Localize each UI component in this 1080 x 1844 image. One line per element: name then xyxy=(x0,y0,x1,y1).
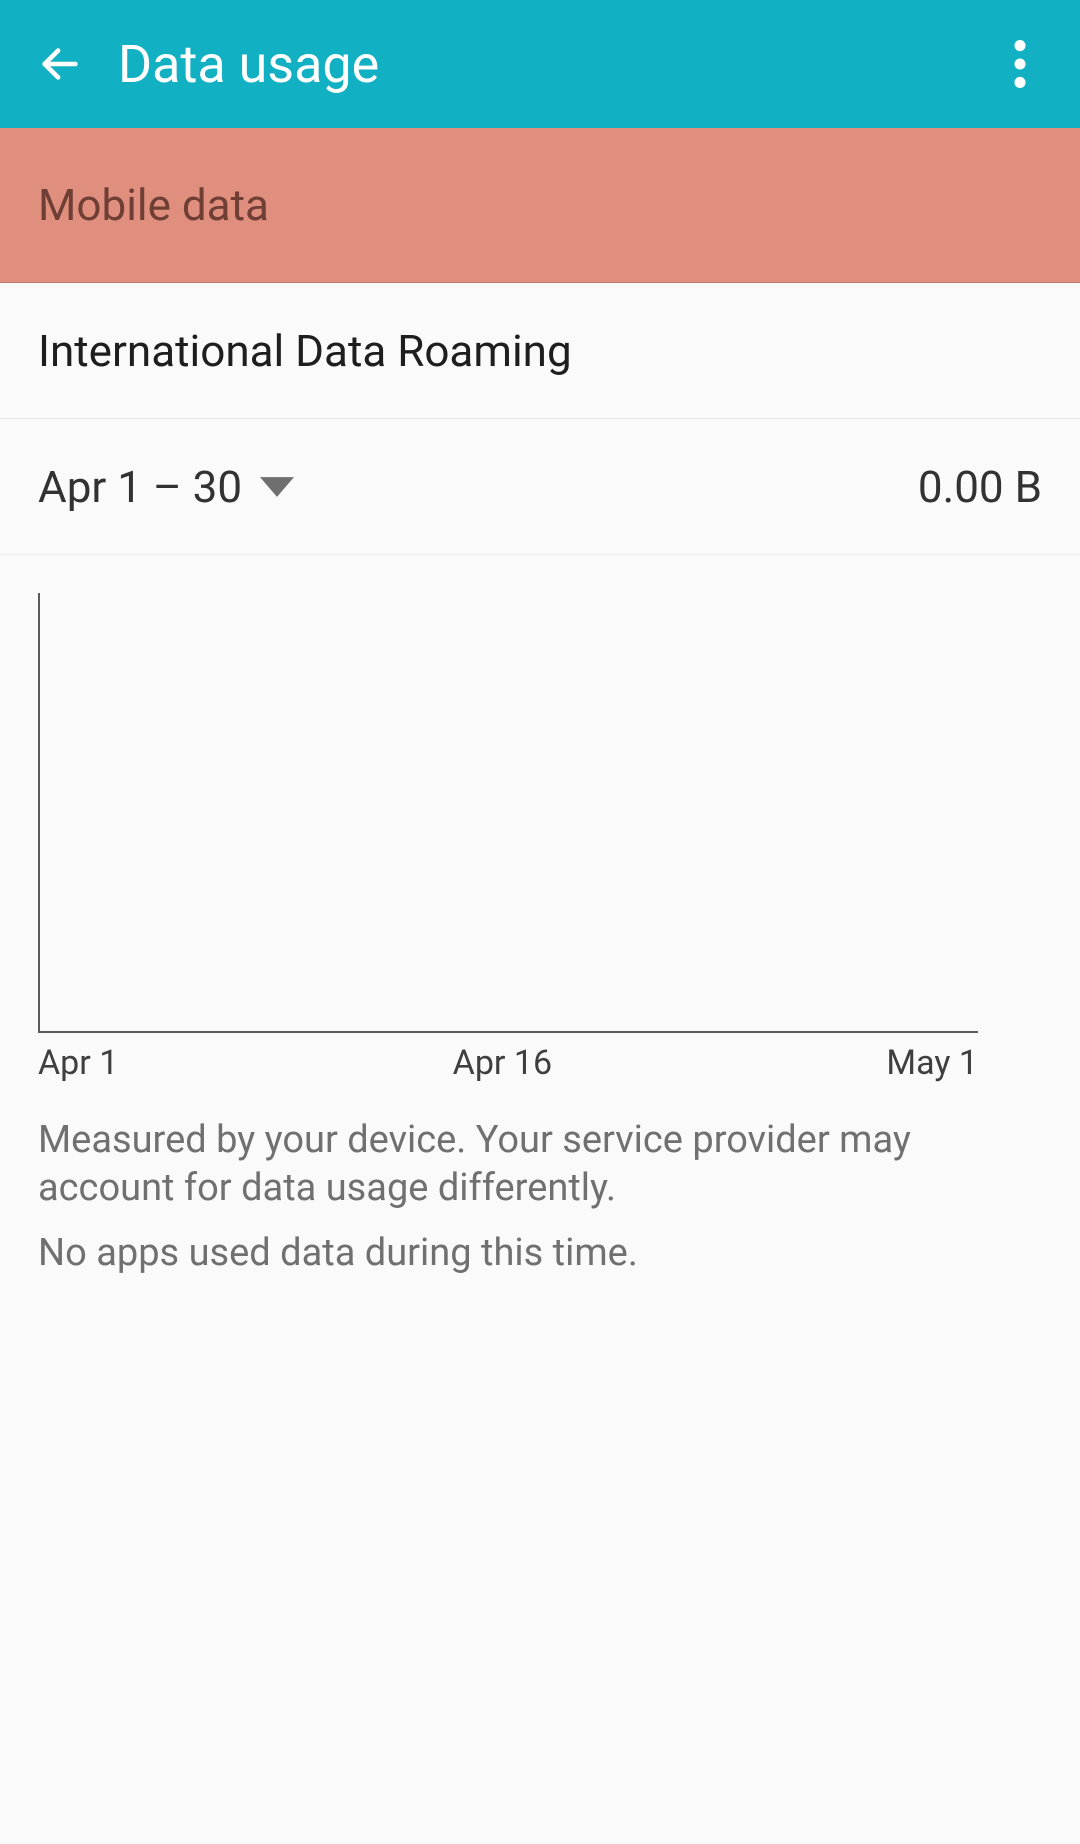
chevron-down-icon xyxy=(260,476,294,498)
arrow-left-icon xyxy=(37,41,83,87)
overflow-menu-button[interactable] xyxy=(980,14,1060,114)
page-title: Data usage xyxy=(118,34,980,95)
cycle-range-label: Apr 1 – 30 xyxy=(38,461,242,513)
xtick-label: May 1 xyxy=(886,1043,978,1083)
chart-x-axis: Apr 1 Apr 16 May 1 xyxy=(38,1033,978,1083)
tabstrip: Mobile data xyxy=(0,128,1080,283)
tab-mobile-data[interactable]: Mobile data xyxy=(38,179,269,231)
roaming-label: International Data Roaming xyxy=(38,325,572,377)
info-text: Measured by your device. Your service pr… xyxy=(0,1083,1080,1278)
cycle-total-usage: 0.00 B xyxy=(918,461,1042,513)
usage-chart: Apr 1 Apr 16 May 1 xyxy=(0,555,1080,1083)
row-billing-cycle: Apr 1 – 30 0.00 B xyxy=(0,419,1080,555)
row-international-roaming[interactable]: International Data Roaming xyxy=(0,283,1080,419)
back-button[interactable] xyxy=(10,14,110,114)
appbar: Data usage xyxy=(0,0,1080,128)
info-no-apps: No apps used data during this time. xyxy=(38,1230,1042,1278)
xtick-label: Apr 16 xyxy=(453,1043,552,1083)
more-vert-icon xyxy=(1014,40,1026,88)
cycle-range-dropdown[interactable]: Apr 1 – 30 xyxy=(38,461,294,513)
info-measured: Measured by your device. Your service pr… xyxy=(38,1117,1042,1212)
chart-plot-area xyxy=(38,593,978,1033)
xtick-label: Apr 1 xyxy=(38,1043,118,1083)
